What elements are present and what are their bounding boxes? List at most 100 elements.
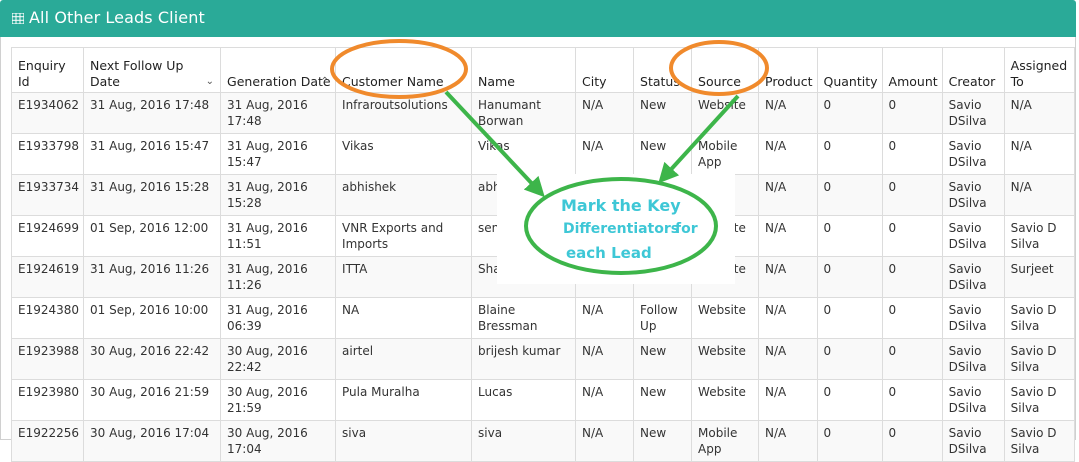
- cell-assigned-to: Savio D Silva: [1003, 379, 1075, 421]
- cell-amount: 0: [881, 215, 943, 257]
- cell-name: Blaine Bressman: [471, 297, 577, 339]
- cell-product: N/A: [758, 256, 818, 298]
- cell-customer-name: airtel: [335, 338, 473, 380]
- table-row[interactable]: E1933798 31 Aug, 2016 15:47 31 Aug, 2016 1…: [10, 133, 1075, 175]
- column-header-amount[interactable]: Amount: [881, 47, 943, 93]
- cell-customer-name: siva: [335, 420, 473, 462]
- cell-creator: Savio DSilva: [941, 215, 1005, 257]
- column-header-customer-name[interactable]: Customer Name: [335, 47, 473, 93]
- cell-amount: 0: [881, 379, 943, 421]
- column-header-creator[interactable]: Creator: [941, 47, 1005, 93]
- column-header-generation-date[interactable]: Generation Date ⌃: [220, 47, 337, 93]
- panel-header: All Other Leads Client: [0, 0, 1076, 37]
- table-row[interactable]: E1924380 01 Sep, 2016 10:00 31 Aug, 2016 0…: [10, 297, 1075, 339]
- cell-status: New: [633, 338, 693, 380]
- cell-enquiry-id: E1924380: [10, 297, 85, 339]
- table-row[interactable]: E1923980 30 Aug, 2016 21:59 30 Aug, 2016 2…: [10, 379, 1075, 421]
- cell-generation-date: 31 Aug, 2016 11:26: [220, 256, 337, 298]
- table-row[interactable]: E1922256 30 Aug, 2016 17:04 30 Aug, 2016 1…: [10, 420, 1075, 462]
- cell-generation-date: 31 Aug, 2016 06:39: [220, 297, 337, 339]
- cell-city: N/A: [575, 297, 635, 339]
- cell-enquiry-id: E1923988: [10, 338, 85, 380]
- column-header-next-follow-up-date[interactable]: Next Follow Up Date ⌄: [83, 47, 222, 93]
- cell-generation-date: 30 Aug, 2016 22:42: [220, 338, 337, 380]
- cell-quantity: 0: [816, 215, 883, 257]
- cell-customer-name: Pula Muralha: [335, 379, 473, 421]
- cell-assigned-to: N/A: [1003, 174, 1075, 216]
- cell-quantity: 0: [816, 133, 883, 175]
- cell-source: Website: [691, 297, 760, 339]
- cell-customer-name: ITTA: [335, 256, 473, 298]
- cell-amount: 0: [881, 133, 943, 175]
- table-row[interactable]: E1934062 31 Aug, 2016 17:48 31 Aug, 2016 1…: [10, 92, 1075, 134]
- cell-amount: 0: [881, 174, 943, 216]
- sort-ascending-icon[interactable]: ⌃: [321, 77, 329, 87]
- cell-quantity: 0: [816, 174, 883, 216]
- cell-amount: 0: [881, 256, 943, 298]
- cell-creator: Savio DSilva: [941, 133, 1005, 175]
- cell-generation-date: 31 Aug, 2016 11:51: [220, 215, 337, 257]
- cell-source: Website: [691, 92, 760, 134]
- cell-status: New: [633, 133, 693, 175]
- cell-assigned-to: N/A: [1003, 133, 1075, 175]
- cell-status: New: [633, 92, 693, 134]
- cell-source: Mobile App: [691, 420, 760, 462]
- column-header-enquiry-id[interactable]: Enquiry Id: [10, 47, 85, 93]
- cell-generation-date: 31 Aug, 2016 17:48: [220, 92, 337, 134]
- cell-assigned-to: Savio D Silva: [1003, 297, 1075, 339]
- cell-assigned-to: Savio D Silva: [1003, 338, 1075, 380]
- cell-next-follow-up: 30 Aug, 2016 22:42: [83, 338, 222, 380]
- cell-creator: Savio DSilva: [941, 92, 1005, 134]
- cell-next-follow-up: 01 Sep, 2016 12:00: [83, 215, 222, 257]
- cell-product: N/A: [758, 92, 818, 134]
- cell-generation-date: 31 Aug, 2016 15:47: [220, 133, 337, 175]
- cell-quantity: 0: [816, 420, 883, 462]
- cell-next-follow-up: 31 Aug, 2016 11:26: [83, 256, 222, 298]
- cell-enquiry-id: E1933734: [10, 174, 85, 216]
- column-header-name[interactable]: Name: [471, 47, 577, 93]
- callout-line-2-end: for: [675, 221, 698, 237]
- cell-creator: Savio DSilva: [941, 420, 1005, 462]
- cell-customer-name: VNR Exports and Imports: [335, 215, 473, 257]
- cell-enquiry-id: E1924619: [10, 256, 85, 298]
- cell-creator: Savio DSilva: [941, 379, 1005, 421]
- sort-descending-icon[interactable]: ⌄: [206, 77, 214, 87]
- column-header-status[interactable]: Status: [633, 47, 693, 93]
- cell-creator: Savio DSilva: [941, 297, 1005, 339]
- cell-quantity: 0: [816, 256, 883, 298]
- cell-quantity: 0: [816, 379, 883, 421]
- cell-enquiry-id: E1922256: [10, 420, 85, 462]
- table-row[interactable]: E1923988 30 Aug, 2016 22:42 30 Aug, 2016 2…: [10, 338, 1075, 380]
- column-header-assigned-to[interactable]: Assigned To: [1003, 47, 1075, 93]
- cell-quantity: 0: [816, 92, 883, 134]
- cell-customer-name: NA: [335, 297, 473, 339]
- cell-name: Hanumant Borwan: [471, 92, 577, 134]
- column-header-product[interactable]: Product: [758, 47, 818, 93]
- cell-city: N/A: [575, 338, 635, 380]
- cell-amount: 0: [881, 338, 943, 380]
- cell-enquiry-id: E1933798: [10, 133, 85, 175]
- cell-source: Mobile App: [691, 133, 760, 175]
- cell-product: N/A: [758, 420, 818, 462]
- cell-status: New: [633, 379, 693, 421]
- cell-enquiry-id: E1924699: [10, 215, 85, 257]
- cell-product: N/A: [758, 379, 818, 421]
- column-header-city[interactable]: City: [575, 47, 635, 93]
- column-header-source[interactable]: Source: [691, 47, 760, 93]
- cell-assigned-to: Surjeet: [1003, 256, 1075, 298]
- cell-city: N/A: [575, 379, 635, 421]
- callout-line-3: each Lead: [566, 244, 652, 262]
- cell-quantity: 0: [816, 297, 883, 339]
- cell-next-follow-up: 31 Aug, 2016 17:48: [83, 92, 222, 134]
- column-header-quantity[interactable]: Quantity: [816, 47, 883, 93]
- cell-product: N/A: [758, 174, 818, 216]
- cell-next-follow-up: 30 Aug, 2016 21:59: [83, 379, 222, 421]
- cell-next-follow-up: 31 Aug, 2016 15:28: [83, 174, 222, 216]
- cell-generation-date: 30 Aug, 2016 21:59: [220, 379, 337, 421]
- grid-icon: [12, 13, 24, 24]
- cell-source: Website: [691, 338, 760, 380]
- cell-product: N/A: [758, 215, 818, 257]
- cell-customer-name: Vikas: [335, 133, 473, 175]
- cell-creator: Savio DSilva: [941, 174, 1005, 216]
- cell-amount: 0: [881, 92, 943, 134]
